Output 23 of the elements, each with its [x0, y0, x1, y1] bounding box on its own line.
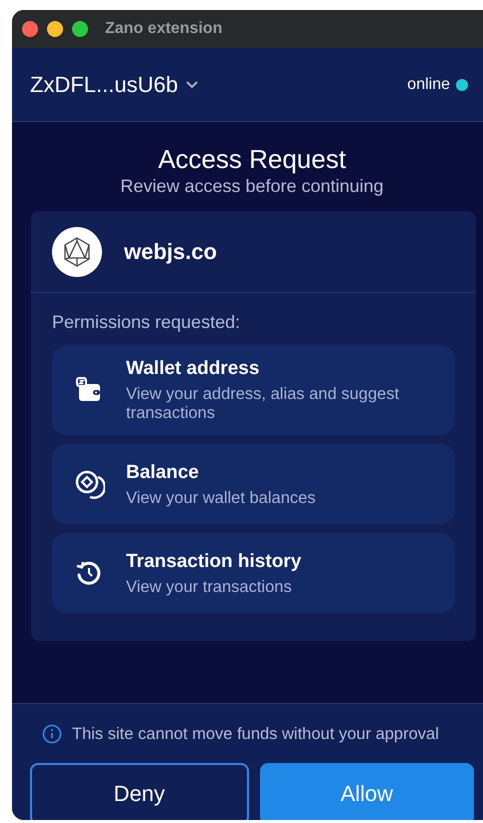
chevron-down-icon [186, 80, 198, 88]
maximize-button[interactable] [72, 21, 88, 37]
permission-description: View your address, alias and suggest transactions [126, 385, 400, 423]
page-subtitle: Review access before continuing [120, 175, 384, 198]
permission-description: View your transactions [126, 578, 293, 596]
site-name: webjs.co [124, 238, 217, 266]
status-label: online [407, 74, 450, 94]
coins-icon [73, 468, 105, 500]
allow-button[interactable]: Allow [260, 762, 474, 820]
close-button[interactable] [22, 21, 38, 37]
window-title: Zano extension [105, 19, 222, 39]
permission-description: View your wallet balances [126, 488, 316, 508]
permission-title: Transaction history [126, 550, 302, 574]
page-title: Access Request [158, 144, 346, 174]
deny-button[interactable]: Deny [30, 762, 248, 820]
wallet-selector[interactable]: ZxDFL...usU6b [30, 68, 198, 101]
minimize-button[interactable] [47, 21, 63, 37]
permission-title: Balance [126, 460, 200, 484]
permissions-label: Permissions requested: [51, 311, 242, 334]
site-logo-icon [52, 226, 102, 276]
notice-text: This site cannot move funds without your approval [72, 724, 439, 745]
info-icon [42, 724, 62, 744]
permission-title: Wallet address [126, 357, 260, 381]
